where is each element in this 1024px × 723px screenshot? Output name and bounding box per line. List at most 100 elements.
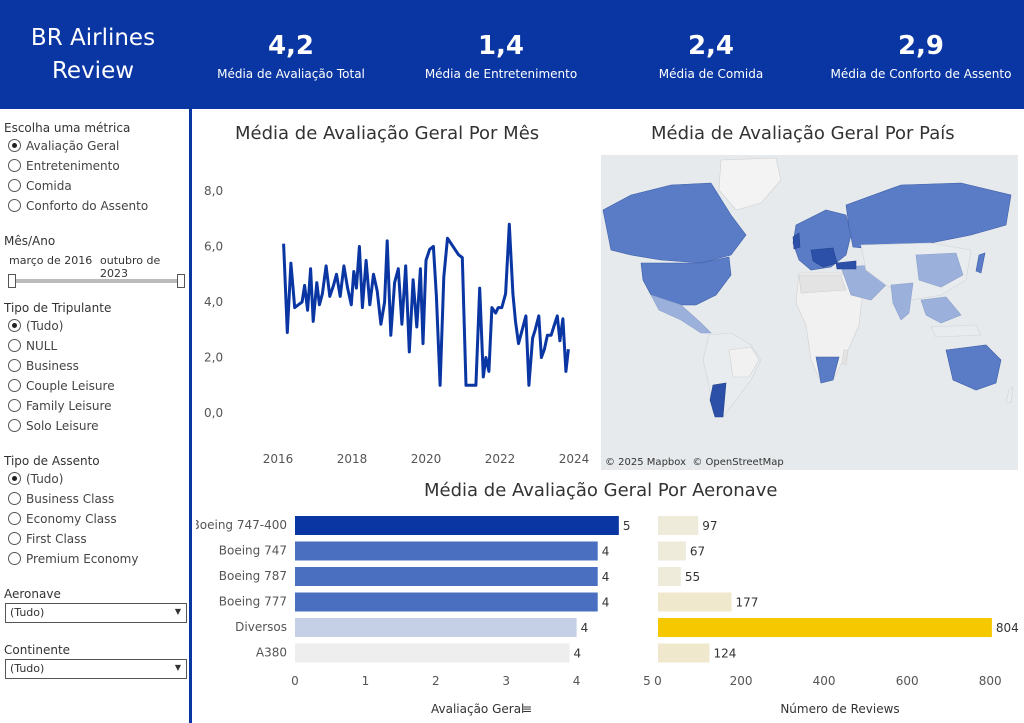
rating-bar-label: 4 [602, 596, 610, 610]
reviews-x-tick: 400 [813, 674, 836, 688]
seat-option-4[interactable]: Premium Economy [8, 552, 138, 568]
kpi-entertainment-label: Média de Entretenimento [424, 67, 578, 81]
radio-label: (Tudo) [26, 319, 64, 333]
radio-button-icon[interactable] [8, 512, 21, 525]
metric-filter-title: Escolha uma métrica [4, 121, 131, 135]
radio-label: (Tudo) [26, 472, 64, 486]
rating-x-tick: 4 [573, 674, 581, 688]
metric-option-0[interactable]: Avaliação Geral [8, 139, 119, 155]
reviews-bar [658, 541, 686, 561]
title-line-2: Review [51, 58, 135, 84]
greenland-shape [718, 157, 782, 211]
rating-x-tick: 3 [502, 674, 510, 688]
aircraft-filter-title: Aeronave [4, 587, 61, 601]
filter-sidebar: Escolha uma métrica Avaliação Geral Entre… [0, 109, 192, 723]
kpi-total-label: Média de Avaliação Total [217, 67, 365, 81]
aircraft-label: A380 [256, 646, 287, 660]
radio-button-icon[interactable] [8, 472, 21, 485]
radio-button-icon[interactable] [8, 532, 21, 545]
metric-option-2[interactable]: Comida [8, 179, 72, 195]
rating-x-tick: 5 [643, 674, 651, 688]
radio-button-icon[interactable] [8, 159, 21, 172]
radio-label: Comida [26, 179, 72, 193]
kpi-seat-comfort-value: 2,9 [897, 31, 945, 61]
aircraft-bar-charts: Boeing 747-400 5 Boeing 747 4 Boeing 787 4 Boe… [196, 516, 1019, 716]
radio-label: Entretenimento [26, 159, 120, 173]
radio-label: Economy Class [26, 512, 117, 526]
kpi-entertainment: 1,4 Média de Entretenimento [401, 30, 601, 82]
metric-option-1[interactable]: Entretenimento [8, 159, 120, 175]
radio-button-icon[interactable] [8, 199, 21, 212]
rating-bar-label: 4 [602, 570, 610, 584]
radio-button-icon[interactable] [8, 379, 21, 392]
rating-bar-label: 4 [581, 621, 589, 635]
kpi-total: 4,2 Média de Avaliação Total [191, 30, 391, 82]
radio-button-icon[interactable] [8, 419, 21, 432]
crew-filter-title: Tipo de Tripulante [4, 301, 112, 315]
rating-bar-label: 5 [623, 519, 631, 533]
radio-label: Premium Economy [26, 552, 139, 566]
radio-label: Solo Leisure [26, 419, 99, 433]
radio-button-icon[interactable] [8, 399, 21, 412]
x-tick-label: 2016 [263, 452, 294, 466]
chevron-down-icon: ▼ [174, 607, 181, 616]
line-chart-title: Média de Avaliação Geral Por Mês [235, 123, 540, 144]
x-tick-label: 2020 [411, 452, 442, 466]
radio-button-icon[interactable] [8, 139, 21, 152]
slider-start-handle[interactable] [8, 274, 16, 288]
y-tick-label: 0,0 [204, 406, 223, 420]
radio-button-icon[interactable] [8, 492, 21, 505]
rating-bar [295, 643, 570, 663]
radio-button-icon[interactable] [8, 319, 21, 332]
reviews-bar-label: 124 [713, 647, 736, 661]
slider-track [10, 279, 183, 283]
radio-label: Avaliação Geral [26, 139, 120, 153]
sort-icon: ≡ [522, 702, 532, 716]
crew-option-3[interactable]: Couple Leisure [8, 379, 115, 395]
reviews-x-tick: 200 [730, 674, 753, 688]
radio-button-icon[interactable] [8, 179, 21, 192]
y-tick-label: 2,0 [204, 351, 223, 365]
reviews-bar-label: 804 [996, 621, 1019, 635]
crew-option-0[interactable]: (Tudo) [8, 319, 63, 335]
x-tick-label: 2022 [485, 452, 516, 466]
chevron-down-icon: ▼ [174, 663, 181, 672]
x-tick-label: 2024 [559, 452, 590, 466]
radio-label: Business Class [26, 492, 115, 506]
rating-bar [295, 567, 598, 586]
seat-option-2[interactable]: Economy Class [8, 512, 117, 528]
map-title: Média de Avaliação Geral Por País [651, 123, 955, 144]
reviews-x-tick: 600 [896, 674, 919, 688]
aircraft-dropdown[interactable]: (Tudo) ▼ [5, 603, 187, 623]
aircraft-label: Boeing 747 [219, 544, 287, 558]
rating-x-tick: 1 [362, 674, 370, 688]
seat-option-1[interactable]: Business Class [8, 492, 114, 508]
crew-option-1[interactable]: NULL [8, 339, 57, 355]
seat-option-3[interactable]: First Class [8, 532, 87, 548]
crew-option-2[interactable]: Business [8, 359, 79, 375]
reviews-bar-label: 55 [685, 570, 700, 584]
metric-option-3[interactable]: Conforto do Assento [8, 199, 148, 215]
southeast-asia-shape [920, 296, 962, 324]
radio-button-icon[interactable] [8, 339, 21, 352]
aircraft-label: Diversos [235, 620, 287, 634]
radio-label: First Class [26, 532, 87, 546]
radio-button-icon[interactable] [8, 359, 21, 372]
country-rating-map[interactable]: © 2025 Mapbox © OpenStreetMap [601, 155, 1018, 470]
rating-bar [295, 516, 619, 535]
date-range-start: março de 2016 [9, 254, 93, 267]
indonesia-shape [930, 324, 982, 338]
continent-dropdown[interactable]: (Tudo) ▼ [5, 659, 187, 679]
slider-end-handle[interactable] [177, 274, 185, 288]
crew-option-5[interactable]: Solo Leisure [8, 419, 99, 435]
date-range-slider[interactable] [8, 274, 185, 288]
reviews-bar-label: 177 [736, 596, 759, 610]
seat-option-0[interactable]: (Tudo) [8, 472, 63, 488]
kpi-seat-comfort-label: Média de Conforto de Assento [830, 67, 1012, 81]
rating-bar-label: 4 [574, 647, 582, 661]
reviews-x-tick: 800 [979, 674, 1002, 688]
north-africa-shape [798, 274, 847, 294]
crew-option-4[interactable]: Family Leisure [8, 399, 112, 415]
radio-button-icon[interactable] [8, 552, 21, 565]
dashboard-title: BR Airlines Review [18, 22, 168, 88]
